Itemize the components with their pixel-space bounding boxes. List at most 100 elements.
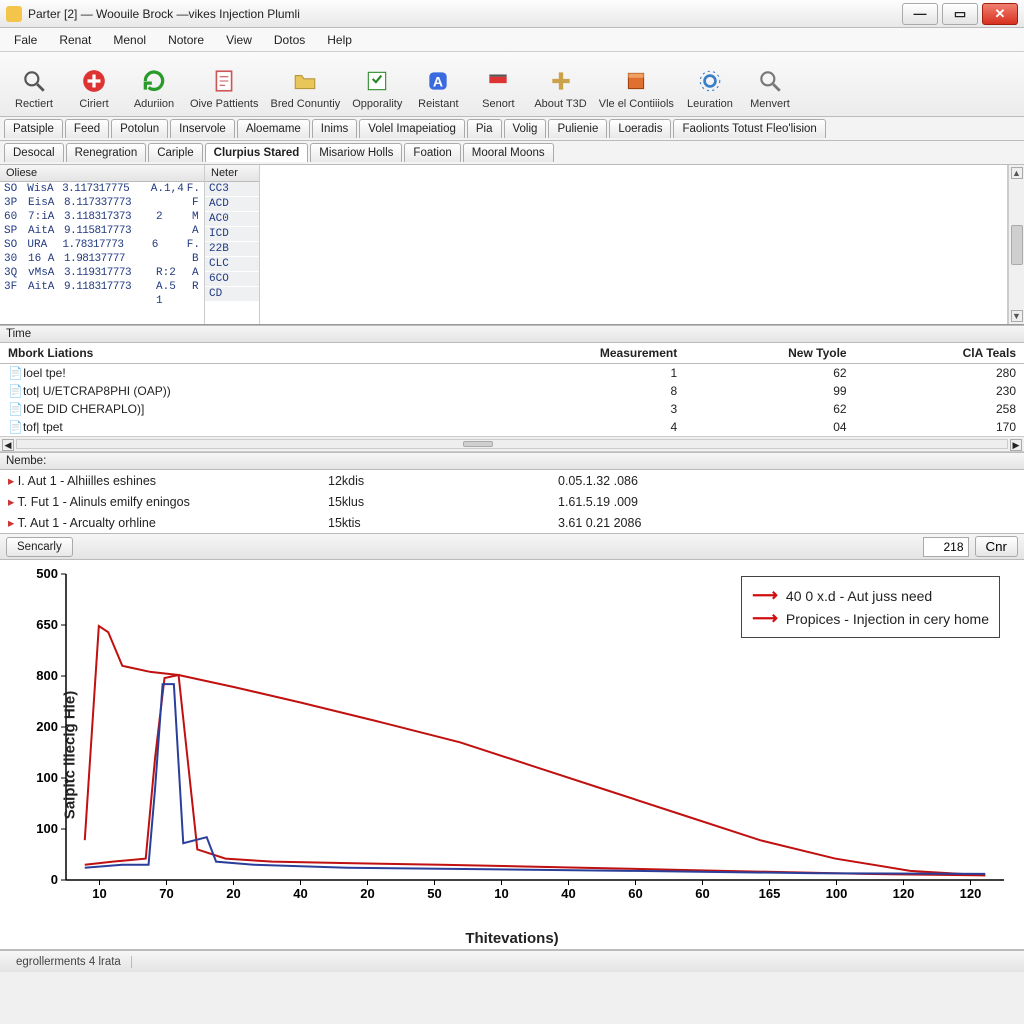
- office-row[interactable]: 3PEisA8.117337773F: [0, 196, 204, 210]
- tab-pia[interactable]: Pia: [467, 119, 502, 138]
- toolbar-menvert[interactable]: Menvert: [742, 56, 798, 112]
- list-item[interactable]: ▸ T. Fut 1 - Alinuls emilfy eningos15klu…: [0, 491, 1024, 512]
- midtbl-col-0[interactable]: Mbork Liations: [0, 343, 516, 364]
- office-row[interactable]: 1: [0, 294, 204, 308]
- toolbar-label: Rectiert: [15, 98, 53, 110]
- tab-clurpius-stared[interactable]: Clurpius Stared: [205, 143, 309, 162]
- toolbar-leuration[interactable]: Leuration: [682, 56, 738, 112]
- tab-feed[interactable]: Feed: [65, 119, 109, 138]
- tab-pulienie[interactable]: Pulienie: [548, 119, 607, 138]
- chart-cnr-button[interactable]: Cnr: [975, 536, 1018, 557]
- noter-row[interactable]: AC0: [205, 212, 259, 226]
- toolbar-bred-conuntiy[interactable]: Bred Conuntiy: [266, 56, 344, 112]
- svg-text:100: 100: [36, 821, 58, 836]
- office-row[interactable]: SOURA1.783177736F.: [0, 238, 204, 252]
- scroll-down-icon[interactable]: ▼: [1011, 310, 1023, 322]
- upper-blank-area: [260, 165, 1008, 324]
- menu-notore[interactable]: Notore: [158, 30, 214, 50]
- midtbl-col-1[interactable]: Measurement: [516, 343, 685, 364]
- toolbar-vle-el-contiiiols[interactable]: Vle el Contiiiols: [595, 56, 678, 112]
- table-row[interactable]: 📄tot| U/ETCRAP8PHI (OAP))899230: [0, 382, 1024, 400]
- toolbar-senort[interactable]: Senort: [470, 56, 526, 112]
- tab-desocal[interactable]: Desocal: [4, 143, 64, 162]
- tab-volig[interactable]: Volig: [504, 119, 547, 138]
- menu-menol[interactable]: Menol: [103, 30, 156, 50]
- table-row[interactable]: 📄tof| tpet404170: [0, 418, 1024, 436]
- horizontal-scrollbar[interactable]: ◀ ▶: [0, 436, 1024, 452]
- minimize-button[interactable]: —: [902, 3, 938, 25]
- noter-row[interactable]: CD: [205, 287, 259, 301]
- upper-panel: Oliese SOWisA3.117317775A.1,4F.3PEisA8.1…: [0, 165, 1024, 325]
- chart-value-input[interactable]: [923, 537, 969, 557]
- tab-potolun[interactable]: Potolun: [111, 119, 168, 138]
- table-row[interactable]: 📄IOE DID CHERAPLO)]362258: [0, 400, 1024, 418]
- svg-text:165: 165: [759, 886, 781, 901]
- tab-volel-imapeiatiog[interactable]: Volel Imapeiatiog: [359, 119, 465, 138]
- tab-faolionts-totust-fleo-lision[interactable]: Faolionts Totust Fleo'lision: [673, 119, 825, 138]
- office-row[interactable]: 3FAitA9.118317773A.5R: [0, 280, 204, 294]
- vertical-scrollbar[interactable]: ▲ ▼: [1008, 165, 1024, 324]
- noter-row[interactable]: ACD: [205, 197, 259, 211]
- toolbar-aduriion[interactable]: Aduriion: [126, 56, 182, 112]
- tab-inservole[interactable]: Inservole: [170, 119, 235, 138]
- noter-row[interactable]: ICD: [205, 227, 259, 241]
- tab-foation[interactable]: Foation: [404, 143, 460, 162]
- noter-row[interactable]: CLC: [205, 257, 259, 271]
- office-row[interactable]: 3016 A1.98137777B: [0, 252, 204, 266]
- office-row[interactable]: 3QvMsA3.119317773R:2A: [0, 266, 204, 280]
- chart-tab[interactable]: Sencarly: [6, 537, 73, 557]
- scroll-track[interactable]: [16, 439, 1008, 449]
- scroll-left-icon[interactable]: ◀: [2, 439, 14, 451]
- tab-cariple[interactable]: Cariple: [148, 143, 202, 162]
- scroll-right-icon[interactable]: ▶: [1010, 439, 1022, 451]
- chart-tabbar: Sencarly Cnr: [0, 533, 1024, 560]
- toolbar-reistant[interactable]: AReistant: [410, 56, 466, 112]
- midtbl-col-3[interactable]: ClA Teals: [855, 343, 1024, 364]
- svg-text:500: 500: [36, 566, 58, 581]
- tab-aloemame[interactable]: Aloemame: [237, 119, 310, 138]
- noter-row[interactable]: CC3: [205, 182, 259, 196]
- menu-view[interactable]: View: [216, 30, 262, 50]
- maximize-button[interactable]: ▭: [942, 3, 978, 25]
- midtbl-col-2[interactable]: New Tyole: [685, 343, 854, 364]
- table-row[interactable]: 📄Ioel tpe!162280: [0, 364, 1024, 383]
- noter-row[interactable]: 6CO: [205, 272, 259, 286]
- search-icon: [20, 67, 48, 95]
- toolbar-opporality[interactable]: Opporality: [348, 56, 406, 112]
- svg-text:100: 100: [826, 886, 848, 901]
- toolbar-rectiert[interactable]: Rectiert: [6, 56, 62, 112]
- office-row[interactable]: SOWisA3.117317775A.1,4F.: [0, 182, 204, 196]
- tab-patsiple[interactable]: Patsiple: [4, 119, 63, 138]
- tab-loeradis[interactable]: Loeradis: [609, 119, 671, 138]
- menu-dotos[interactable]: Dotos: [264, 30, 315, 50]
- scroll-thumb-h[interactable]: [463, 441, 493, 447]
- list-item[interactable]: ▸ I. Aut 1 - Alhiilles eshines12kdis0.05…: [0, 470, 1024, 491]
- toolbar-label: Menvert: [750, 98, 790, 110]
- tabs-primary: PatsipleFeedPotolunInservoleAloemameInim…: [0, 117, 1024, 141]
- scroll-thumb[interactable]: [1011, 225, 1023, 265]
- svg-text:20: 20: [360, 886, 374, 901]
- noter-row[interactable]: 22B: [205, 242, 259, 256]
- bullet-icon: ▸: [8, 516, 14, 530]
- toolbar-about-t3d[interactable]: About T3D: [530, 56, 590, 112]
- menu-renat[interactable]: Renat: [49, 30, 101, 50]
- scroll-up-icon[interactable]: ▲: [1011, 167, 1023, 179]
- menu-fale[interactable]: Fale: [4, 30, 47, 50]
- tab-misariow-holls[interactable]: Misariow Holls: [310, 143, 402, 162]
- toolbar-label: Leuration: [687, 98, 733, 110]
- svg-text:10: 10: [494, 886, 508, 901]
- menu-help[interactable]: Help: [317, 30, 362, 50]
- office-row[interactable]: 607:iA3.1183173732M: [0, 210, 204, 224]
- tab-mooral-moons[interactable]: Mooral Moons: [463, 143, 554, 162]
- svg-text:A: A: [433, 73, 443, 89]
- list-item[interactable]: ▸ T. Aut 1 - Arcualty orhline15ktis3.61 …: [0, 512, 1024, 533]
- toolbar-label: About T3D: [534, 98, 586, 110]
- toolbar-oive-pattients[interactable]: Oive Pattients: [186, 56, 262, 112]
- office-row[interactable]: SPAitA9.115817773A: [0, 224, 204, 238]
- gear-icon: [696, 67, 724, 95]
- tab-renegration[interactable]: Renegration: [66, 143, 147, 162]
- close-button[interactable]: ✕: [982, 3, 1018, 25]
- toolbar-ciriert[interactable]: Ciriert: [66, 56, 122, 112]
- svg-text:10: 10: [92, 886, 106, 901]
- tab-inims[interactable]: Inims: [312, 119, 357, 138]
